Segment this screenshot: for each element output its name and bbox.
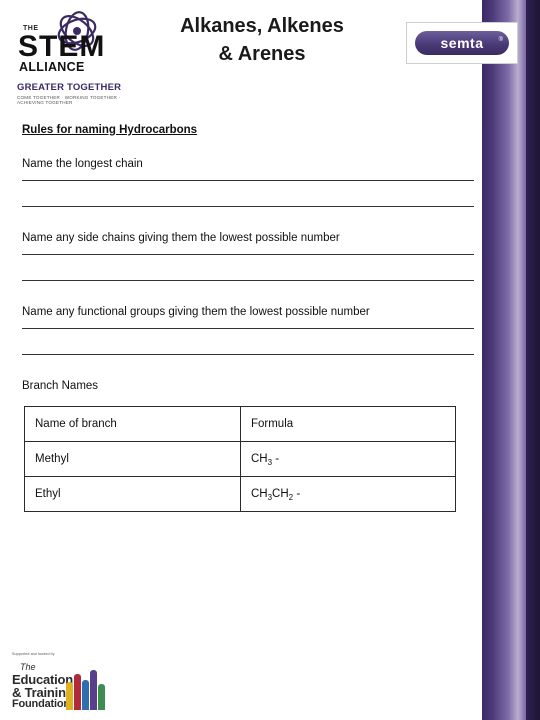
table-header-formula: Formula	[239, 406, 457, 442]
semta-logo: semta ®	[406, 22, 518, 64]
formula-suffix: -	[272, 453, 280, 465]
answer-line-2b[interactable]	[22, 280, 474, 281]
table-header-row: Name of branch Formula	[24, 406, 457, 442]
etf-logo-micro-text: Supported and funded by	[12, 652, 55, 656]
stem-alliance-logo: THE STEM ALLIANCE GREATER TOGETHER COME …	[10, 8, 122, 105]
formula-prefix: CH	[250, 453, 268, 465]
rule-text-1: Name the longest chain	[22, 158, 143, 170]
answer-line-1a[interactable]	[22, 180, 474, 181]
page-title-line-1: Alkanes, Alkenes	[180, 15, 344, 37]
etf-logo-foundation: Foundation	[12, 698, 70, 710]
rule-block-2: Name any side chains giving them the low…	[22, 232, 482, 281]
answer-line-3a[interactable]	[22, 328, 474, 329]
formula-mid: CH	[272, 488, 289, 500]
education-training-foundation-logo: Supported and funded by The Education & …	[10, 652, 110, 712]
formula-subscript-2: 2	[288, 493, 294, 502]
etf-logo-the: The	[20, 662, 36, 672]
worksheet-body: Rules for naming Hydrocarbons Name the l…	[22, 120, 482, 512]
stem-logo-name: STEM	[18, 30, 106, 63]
answer-line-2a[interactable]	[22, 254, 474, 255]
semta-logo-trademark: ®	[498, 37, 503, 43]
rule-block-1: Name the longest chain	[22, 158, 482, 207]
decorative-band-dark-edge	[526, 0, 540, 720]
stem-logo-tagline: COME TOGETHER · WORKING TOGETHER · ACHIE…	[17, 95, 121, 105]
table-row: Methyl CH3 -	[24, 441, 457, 477]
rule-block-3: Name any functional groups giving them t…	[22, 306, 482, 355]
answer-line-1b[interactable]	[22, 206, 474, 207]
page-title: Alkanes, Alkenes & Arenes	[124, 12, 400, 68]
table-cell-branch-name: Ethyl	[24, 476, 241, 512]
rule-text-2: Name any side chains giving them the low…	[22, 232, 340, 244]
stem-logo-sub: ALLIANCE	[19, 60, 85, 74]
formula-prefix: CH	[250, 488, 268, 500]
formula-subscript: 3	[267, 493, 273, 502]
table-header-name: Name of branch	[24, 406, 241, 442]
slide-canvas: THE STEM ALLIANCE GREATER TOGETHER COME …	[0, 0, 540, 720]
rules-heading: Rules for naming Hydrocarbons	[22, 124, 198, 136]
formula-suffix: -	[293, 488, 301, 500]
semta-logo-name: semta	[440, 35, 484, 51]
semta-logo-pill: semta ®	[415, 31, 509, 55]
formula-subscript: 3	[267, 458, 273, 467]
table-cell-branch-name: Methyl	[24, 441, 241, 477]
decorative-purple-band	[482, 0, 540, 720]
page-title-line-2: & Arenes	[218, 43, 306, 65]
answer-line-3b[interactable]	[22, 354, 474, 355]
table-cell-branch-formula: CH3CH2 -	[239, 476, 457, 512]
etf-logo-figures-icon	[66, 664, 108, 710]
table-row: Ethyl CH3CH2 -	[24, 476, 457, 512]
branch-names-table: Name of branch Formula Methyl CH3 - Ethy…	[24, 406, 457, 512]
table-cell-branch-formula: CH3 -	[239, 441, 457, 477]
branch-names-heading: Branch Names	[22, 380, 99, 392]
rule-text-3: Name any functional groups giving them t…	[22, 306, 370, 318]
stem-logo-strapline: GREATER TOGETHER	[17, 82, 122, 93]
